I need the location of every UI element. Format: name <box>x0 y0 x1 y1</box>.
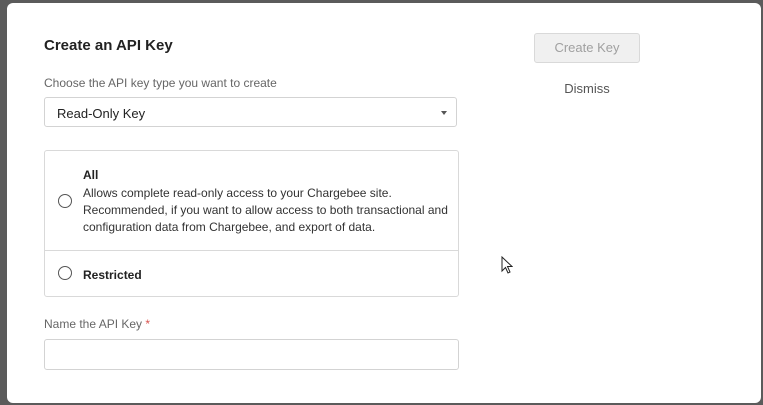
create-key-button[interactable]: Create Key <box>534 33 640 63</box>
api-key-name-label-text: Name the API Key <box>44 317 143 331</box>
create-api-key-dialog: Create an API Key Choose the API key typ… <box>7 3 761 403</box>
option-all[interactable]: All Allows complete read-only access to … <box>45 151 458 251</box>
api-key-name-input[interactable] <box>44 339 459 370</box>
required-marker: * <box>145 317 151 331</box>
api-key-name-label: Name the API Key * <box>44 317 150 331</box>
option-restricted-title[interactable]: Restricted <box>83 268 142 282</box>
access-options-group: All Allows complete read-only access to … <box>44 150 459 297</box>
mouse-pointer-icon <box>501 256 513 274</box>
option-all-description: Allows complete read-only access to your… <box>83 186 448 234</box>
key-type-select[interactable]: Read-Only Key <box>44 97 457 127</box>
key-type-selected-value: Read-Only Key <box>57 106 146 121</box>
radio-all[interactable] <box>58 194 72 208</box>
radio-restricted[interactable] <box>58 266 72 280</box>
dialog-title: Create an API Key <box>44 37 173 54</box>
option-all-title: All <box>83 168 99 182</box>
dismiss-link[interactable]: Dismiss <box>534 81 640 96</box>
chevron-down-icon <box>441 111 447 115</box>
key-type-label: Choose the API key type you want to crea… <box>44 76 277 90</box>
